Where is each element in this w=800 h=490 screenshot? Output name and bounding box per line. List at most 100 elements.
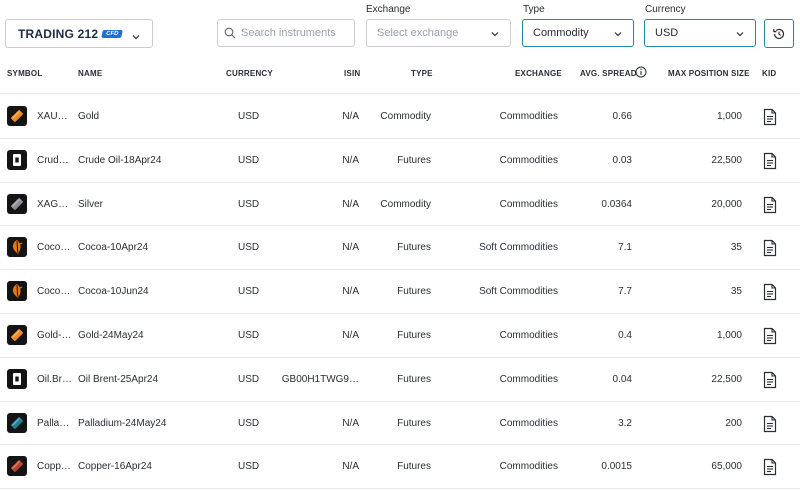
table-row[interactable]: Pallad… Palladium-24May24 USD N/A Future… xyxy=(0,402,800,446)
symbol-cell: Pallad… xyxy=(37,417,73,429)
col-kid[interactable]: KID xyxy=(762,69,776,78)
isin-cell: N/A xyxy=(342,286,359,298)
document-icon[interactable] xyxy=(762,152,778,170)
currency-filter-label: Currency xyxy=(645,4,686,15)
symbol-cell: Crude… xyxy=(37,154,73,166)
symbol-cell: Oil.Bre… xyxy=(37,373,73,385)
max-position-cell: 65,000 xyxy=(711,461,742,473)
symbol-cell: Copp… xyxy=(37,461,71,473)
col-name[interactable]: NAME xyxy=(78,69,102,78)
account-selector[interactable]: TRADING 212 CFD xyxy=(5,19,153,48)
max-position-cell: 1,000 xyxy=(716,111,742,122)
max-position-cell: 22,500 xyxy=(711,154,742,166)
currency-cell: USD xyxy=(238,286,260,298)
table-row[interactable]: Crude… Crude Oil-18Apr24 USD N/A Futures… xyxy=(0,139,800,183)
currency-cell: USD xyxy=(238,373,260,385)
currency-cell: USD xyxy=(238,154,260,166)
oil-barrel-icon xyxy=(7,368,27,389)
avg-spread-cell: 0.66 xyxy=(612,111,632,122)
history-reset-icon xyxy=(773,28,785,39)
table-row[interactable]: Copp… Copper-16Apr24 USD N/A Futures Com… xyxy=(0,445,800,490)
col-isin[interactable]: ISIN xyxy=(344,69,360,78)
table-row[interactable]: Coco… Cocoa-10Apr24 USD N/A Futures Soft… xyxy=(0,226,800,271)
avg-spread-cell: 0.03 xyxy=(612,154,632,166)
currency-cell: USD xyxy=(238,461,260,473)
col-exchange[interactable]: EXCHANGE xyxy=(515,69,562,78)
currency-cell: USD xyxy=(238,329,260,341)
col-symbol[interactable]: SYMBOL xyxy=(7,69,42,78)
name-cell: Crude Oil-18Apr24 xyxy=(78,154,162,166)
name-cell: Copper-16Apr24 xyxy=(78,461,152,473)
cfd-badge: CFD xyxy=(101,29,124,38)
document-icon[interactable] xyxy=(762,327,778,345)
cocoa-icon xyxy=(7,237,27,258)
document-icon[interactable] xyxy=(762,196,778,214)
table-row[interactable]: XAUUS… Gold USD N/A Commodity Commoditie… xyxy=(0,95,800,139)
search-box xyxy=(217,19,355,47)
exchange-cell: Soft Commodities xyxy=(479,242,558,254)
type-cell: Futures xyxy=(397,286,431,298)
document-icon[interactable] xyxy=(762,458,778,476)
document-icon[interactable] xyxy=(762,371,778,389)
info-icon[interactable] xyxy=(635,66,647,78)
isin-cell: GB00H1TWG9… xyxy=(281,373,359,385)
type-cell: Commodity xyxy=(380,111,431,122)
isin-cell: N/A xyxy=(342,198,359,210)
table-row[interactable]: Oil.Bre… Oil Brent-25Apr24 USD GB00H1TWG… xyxy=(0,358,800,402)
type-select[interactable]: Commodity xyxy=(522,19,634,47)
silver-bar-icon xyxy=(7,193,27,214)
avg-spread-cell: 7.7 xyxy=(618,286,632,298)
instrument-table: XAUUS… Gold USD N/A Commodity Commoditie… xyxy=(0,95,800,490)
symbol-cell: Coco… xyxy=(37,242,71,254)
isin-cell: N/A xyxy=(342,329,359,341)
gold-bar-icon xyxy=(7,324,27,345)
name-cell: Silver xyxy=(78,198,104,210)
document-icon[interactable] xyxy=(762,239,778,257)
search-icon xyxy=(224,27,236,39)
reset-filters-button[interactable] xyxy=(764,19,794,48)
currency-select[interactable]: USD xyxy=(644,19,756,47)
symbol-cell: XAGU… xyxy=(37,198,73,210)
table-row[interactable]: Coco… Cocoa-10Jun24 USD N/A Futures Soft… xyxy=(0,270,800,314)
col-currency[interactable]: CURRENCY xyxy=(226,69,273,78)
palladium-bar-icon xyxy=(7,412,27,433)
oil-barrel-icon xyxy=(7,149,27,170)
search-input[interactable] xyxy=(241,27,351,39)
gold-bar-icon xyxy=(7,106,27,126)
exchange-cell: Commodities xyxy=(499,111,558,122)
symbol-cell: Gold-… xyxy=(37,329,72,341)
type-cell: Futures xyxy=(397,417,431,429)
type-cell: Futures xyxy=(397,373,431,385)
table-row[interactable]: XAGU… Silver USD N/A Commodity Commoditi… xyxy=(0,183,800,227)
currency-cell: USD xyxy=(238,198,260,210)
currency-cell: USD xyxy=(238,417,260,429)
name-cell: Gold xyxy=(78,111,100,122)
max-position-cell: 20,000 xyxy=(711,198,742,210)
chevron-down-icon xyxy=(613,29,623,42)
currency-cell: USD xyxy=(238,242,260,254)
type-cell: Futures xyxy=(397,329,431,341)
table-row[interactable]: Gold-… Gold-24May24 USD N/A Futures Comm… xyxy=(0,314,800,358)
col-avg-spread[interactable]: AVG. SPREAD xyxy=(580,69,637,78)
document-icon[interactable] xyxy=(762,415,778,433)
exchange-cell: Commodities xyxy=(499,373,558,385)
avg-spread-cell: 3.2 xyxy=(618,417,632,429)
document-icon[interactable] xyxy=(762,108,778,126)
exchange-cell: Commodities xyxy=(499,154,558,166)
avg-spread-cell: 7.1 xyxy=(618,242,632,254)
table-header: SYMBOL NAME CURRENCY ISIN TYPE EXCHANGE … xyxy=(0,60,800,94)
exchange-select[interactable]: Select exchange xyxy=(366,19,511,47)
col-max-position-size[interactable]: MAX POSITION SIZE xyxy=(668,69,750,78)
isin-cell: N/A xyxy=(342,417,359,429)
exchange-cell: Commodities xyxy=(499,198,558,210)
filter-bar: TRADING 212 CFD Exchange Select exchange… xyxy=(0,0,800,60)
max-position-cell: 200 xyxy=(725,417,742,429)
col-type[interactable]: TYPE xyxy=(411,69,433,78)
cocoa-icon xyxy=(7,281,27,302)
document-icon[interactable] xyxy=(762,283,778,301)
symbol-cell: XAUUS… xyxy=(37,111,73,122)
max-position-cell: 22,500 xyxy=(711,373,742,385)
exchange-cell: Commodities xyxy=(499,417,558,429)
isin-cell: N/A xyxy=(342,154,359,166)
symbol-cell: Coco… xyxy=(37,286,71,298)
